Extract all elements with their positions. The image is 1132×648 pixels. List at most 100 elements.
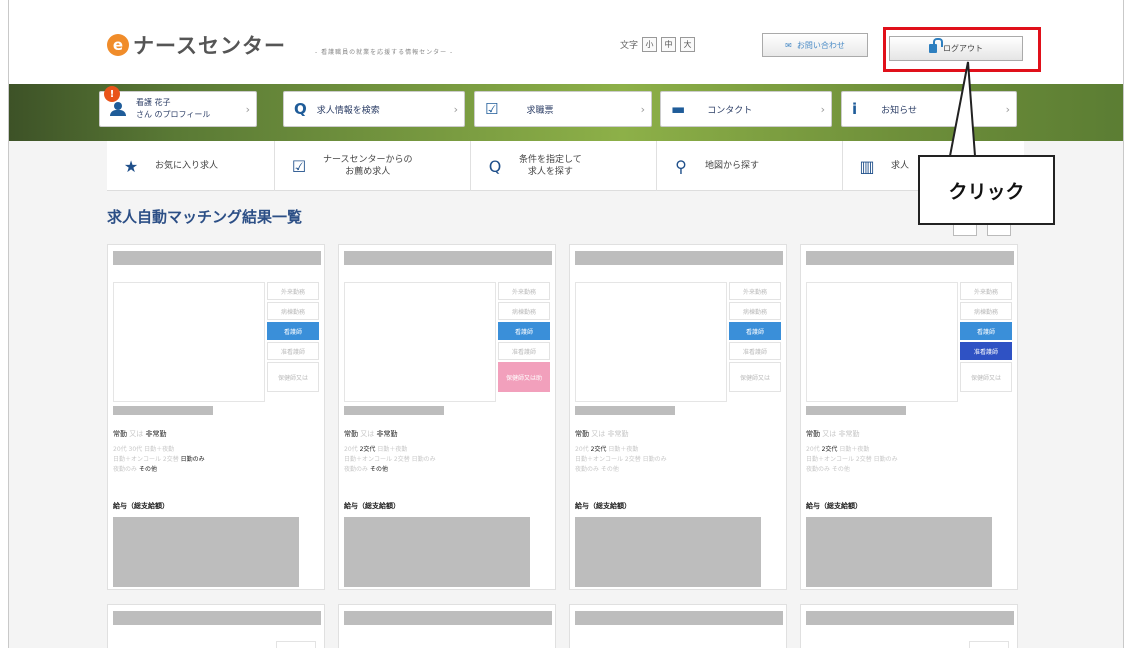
font-size-label: 文字 [620, 41, 639, 51]
alert-badge: ! [104, 86, 120, 102]
tag: 准看護師 [267, 342, 319, 360]
mail-icon: ✉ [785, 40, 792, 50]
tag: 病棟勤務 [960, 302, 1012, 320]
grid-view-toggle[interactable] [953, 224, 977, 236]
job-card[interactable] [338, 604, 556, 648]
font-size-selector: 文字 小 中 大 [620, 37, 696, 52]
check-icon: ☑ [291, 156, 307, 176]
resume-label: 求職票 [526, 105, 554, 116]
job-card[interactable] [800, 604, 1018, 648]
contact-button-label: お問い合わせ [796, 40, 845, 50]
page-frame: e ナースセンター - 看護職員の就業を応援する情報センター - 文字 小 中 … [8, 0, 1124, 648]
subnav-condition-search[interactable]: Q 条件を指定して 求人を探す [471, 141, 657, 191]
tag [969, 641, 1009, 648]
tag-list: 外来勤務 病棟勤務 看護師 准看護師 保健師又は [960, 282, 1012, 394]
tag-list: 外来勤務 病棟勤務 看護師 准看護師 保健師又は [267, 282, 319, 394]
card-image [575, 282, 727, 402]
employment-type: 常勤 又は 非常勤 [806, 430, 860, 438]
list-icon: ▥ [859, 156, 875, 176]
list-view-toggle[interactable] [987, 224, 1011, 236]
tag: 保健師又は [729, 362, 781, 392]
employment-type: 常勤 又は 非常勤 [575, 430, 629, 438]
font-size-medium-button[interactable]: 中 [661, 37, 677, 52]
card-name-placeholder [575, 406, 675, 415]
chat-icon: ▬ [671, 100, 686, 118]
search-icon: Q [488, 156, 502, 176]
chevron-right-icon: › [1005, 102, 1010, 116]
salary-label: 給与（総支給額） [575, 502, 631, 510]
tag: 外来勤務 [729, 282, 781, 300]
job-card[interactable]: 外来勤務 病棟勤務 看護師 准看護師 保健師又は 常勤 又は 非常勤 20代 2… [569, 244, 787, 590]
card-title-placeholder [575, 251, 783, 265]
tag-list: 外来勤務 病棟勤務 看護師 准看護師 保健師又は助 [498, 282, 550, 394]
callout-label: クリック [918, 155, 1055, 225]
card-title-placeholder [806, 251, 1014, 265]
card-title-placeholder [806, 611, 1014, 625]
job-card[interactable]: 外来勤務 病棟勤務 看護師 准看護師 保健師又は 常勤 又は 非常勤 20代 2… [800, 244, 1018, 590]
card-title-placeholder [344, 611, 552, 625]
tag: 准看護師 [729, 342, 781, 360]
contact-nav-button[interactable]: ▬ コンタクト › [660, 91, 832, 127]
tag: 准看護師 [498, 342, 550, 360]
tag: 外来勤務 [498, 282, 550, 300]
job-card[interactable] [569, 604, 787, 648]
highlight-box [883, 27, 1041, 72]
salary-label: 給与（総支給額） [806, 502, 862, 510]
resume-button[interactable]: ☑ 求職票 › [474, 91, 652, 127]
header: e ナースセンター - 看護職員の就業を応援する情報センター - 文字 小 中 … [9, 0, 1123, 84]
shift-info: 20代 2交代 日勤＋夜勤 日勤＋オンコール 2交替 日勤のみ 夜勤のみ その他 [806, 446, 898, 473]
info-icon: i [852, 100, 858, 118]
employment-type: 常勤 又は 非常勤 [113, 430, 167, 438]
info-label: お知らせ [881, 105, 917, 116]
chevron-right-icon: › [640, 102, 645, 116]
job-card[interactable]: 外来勤務 病棟勤務 看護師 准看護師 保健師又は助 常勤 又は 非常勤 20代 … [338, 244, 556, 590]
shift-info: 20代 2交代 日勤＋夜勤 日勤＋オンコール 2交替 日勤のみ 夜勤のみ その他 [575, 446, 667, 473]
shift-info: 20代 2交代 日勤＋夜勤 日勤＋オンコール 2交替 日勤のみ 夜勤のみ その他 [344, 446, 436, 473]
font-size-large-button[interactable]: 大 [680, 37, 696, 52]
card-image [806, 282, 958, 402]
logo-text: ナースセンター [133, 34, 286, 58]
subnav-map[interactable]: ⚲ 地図から探す [657, 141, 843, 191]
subnav-favorites[interactable]: ★ お気に入り求人 [107, 141, 275, 191]
card-image [344, 282, 496, 402]
profile-button[interactable]: ! 看護 花子 さん のプロフィール › [99, 86, 257, 127]
card-name-placeholder [344, 406, 444, 415]
page-title: 求人自動マッチング結果一覧 [107, 208, 303, 226]
tag: 保健師又は [960, 362, 1012, 392]
salary-placeholder [806, 517, 992, 587]
chevron-right-icon: › [820, 102, 825, 116]
edit-icon: ☑ [485, 100, 499, 118]
user-icon [110, 102, 126, 116]
font-size-small-button[interactable]: 小 [642, 37, 658, 52]
star-icon: ★ [123, 156, 139, 176]
map-pin-icon: ⚲ [675, 156, 687, 176]
profile-label: さん のプロフィール [136, 110, 211, 119]
subnav-recommended[interactable]: ☑ ナースセンターからの お薦め求人 [275, 141, 471, 191]
tag: 保健師又は [267, 362, 319, 392]
tag: 病棟勤務 [498, 302, 550, 320]
salary-placeholder [113, 517, 299, 587]
job-card[interactable] [107, 604, 325, 648]
tag: 病棟勤務 [729, 302, 781, 320]
sub-nav: ★ お気に入り求人 ☑ ナースセンターからの お薦め求人 Q 条件を指定して 求… [107, 141, 1024, 191]
tagline: - 看護職員の就業を応援する情報センター - [315, 49, 454, 56]
card-title-placeholder [113, 251, 321, 265]
tag-active: 看護師 [267, 322, 319, 340]
search-jobs-button[interactable]: Q 求人情報を検索 › [283, 91, 465, 127]
chevron-right-icon: › [453, 102, 458, 116]
tag-active: 准看護師 [960, 342, 1012, 360]
contact-button[interactable]: ✉ お問い合わせ [762, 33, 868, 57]
card-name-placeholder [806, 406, 906, 415]
salary-placeholder [575, 517, 761, 587]
info-button[interactable]: i お知らせ › [841, 91, 1017, 127]
card-name-placeholder [113, 406, 213, 415]
tag [276, 641, 316, 648]
job-card[interactable]: 外来勤務 病棟勤務 看護師 准看護師 保健師又は 常勤 又は 非常勤 20代 3… [107, 244, 325, 590]
tag-active: 看護師 [960, 322, 1012, 340]
tag-active: 看護師 [729, 322, 781, 340]
card-title-placeholder [113, 611, 321, 625]
tag-active: 看護師 [498, 322, 550, 340]
logo[interactable]: e ナースセンター [107, 30, 286, 60]
card-title-placeholder [344, 251, 552, 265]
salary-label: 給与（総支給額） [113, 502, 169, 510]
